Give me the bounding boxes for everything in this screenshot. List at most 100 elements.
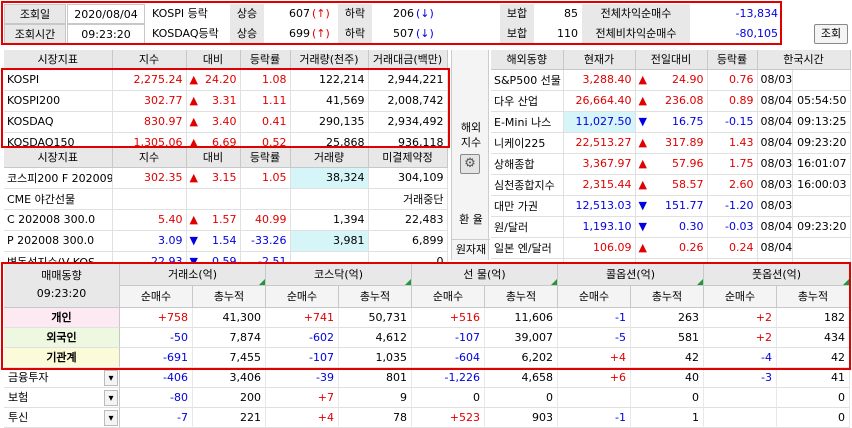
deriv-header-0: 시장지표 bbox=[4, 148, 113, 168]
investor-value: 39,007 bbox=[485, 328, 558, 348]
investor-value: 903 bbox=[485, 408, 558, 428]
investor-subheader: 순매수 bbox=[266, 286, 339, 308]
sort-triangle-icon bbox=[843, 279, 849, 285]
investor-name[interactable]: 외국인 bbox=[4, 328, 120, 348]
overseas-row[interactable]: 심천종합지수 2,315.44 ▲ 58.57 2.60 08/03 16:00:03 bbox=[491, 174, 851, 196]
deriv-rate: 40.99 bbox=[240, 209, 291, 231]
investor-value: 7,455 bbox=[193, 348, 266, 368]
overseas-name: 원/달러 bbox=[491, 216, 564, 238]
overseas-date: 08/03 bbox=[757, 195, 793, 217]
overseas-row[interactable]: 원/달러 1,193.10 ▼ 0.30 -0.03 08/04 09:23:20 bbox=[491, 216, 851, 238]
overseas-index-button[interactable]: 해외 지수 bbox=[454, 120, 488, 150]
dir-arrow-icon: ▲ bbox=[638, 157, 647, 170]
investor-group-2: 선 물(억) bbox=[412, 264, 558, 286]
investor-name[interactable]: 투신 bbox=[4, 408, 120, 428]
deriv-open-interest: 6,899 bbox=[368, 230, 448, 252]
overseas-rate: 2.60 bbox=[707, 174, 758, 196]
date-value[interactable]: 2020/08/04 bbox=[67, 4, 145, 24]
side-panel: 해외 지수 ⚙ 환 율 원자재 bbox=[451, 50, 490, 260]
overseas-change: ▲ 57.96 bbox=[635, 153, 708, 175]
overseas-price: 106.09 bbox=[563, 237, 636, 259]
deriv-row[interactable]: C 202008 300.0 5.40 ▲ 1.57 40.99 1,394 22,483 bbox=[4, 209, 448, 231]
deriv-rate: -33.26 bbox=[240, 230, 291, 252]
dir-arrow-icon: ▲ bbox=[638, 241, 647, 254]
kosdaq-net-value: -80,105 bbox=[735, 27, 778, 40]
index-volume: 41,569 bbox=[290, 90, 369, 112]
deriv-value: 3.09 bbox=[112, 230, 187, 252]
raw-material-button[interactable]: 원자재 bbox=[452, 239, 490, 260]
investor-value: -107 bbox=[412, 328, 485, 348]
overseas-date: 08/03 bbox=[757, 153, 793, 175]
deriv-name: C 202008 300.0 bbox=[4, 209, 113, 231]
fx-button[interactable]: 환 율 bbox=[452, 210, 490, 230]
deriv-row[interactable]: P 202008 300.0 3.09 ▼ 1.54 -33.26 3,981 6,899 bbox=[4, 230, 448, 252]
deriv-header-2: 대비 bbox=[186, 148, 241, 168]
overseas-row[interactable]: 일본 엔/달러 106.09 ▲ 0.26 0.24 08/04 bbox=[491, 237, 851, 259]
query-button[interactable]: 조회 bbox=[814, 24, 848, 44]
investor-name[interactable]: 개인 bbox=[4, 308, 120, 328]
overseas-change: ▼ 151.77 bbox=[635, 195, 708, 217]
gear-icon[interactable]: ⚙ bbox=[460, 154, 480, 174]
overseas-row[interactable]: 대만 가권 12,513.03 ▼ 151.77 -1.20 08/03 bbox=[491, 195, 851, 217]
investor-name[interactable]: 기관계 bbox=[4, 348, 120, 368]
index-row[interactable]: KOSDAQ 830.97 ▲ 3.40 0.41 290,135 2,934,492 bbox=[4, 111, 448, 133]
index-header-2: 대비 bbox=[186, 50, 241, 70]
investor-value bbox=[704, 388, 777, 408]
deriv-change-value: 1.57 bbox=[212, 213, 237, 226]
deriv-change-value: 1.54 bbox=[212, 234, 237, 247]
overseas-row[interactable]: 니케이225 22,513.27 ▲ 317.89 1.43 08/04 09:23:20 bbox=[491, 132, 851, 154]
investor-value: +6 bbox=[558, 368, 631, 388]
index-row[interactable]: KOSPI200 302.77 ▲ 3.31 1.11 41,569 2,008,742 bbox=[4, 90, 448, 112]
row-dropdown-icon[interactable]: ▾ bbox=[104, 410, 118, 426]
kospi-flat-count: 85 bbox=[564, 7, 578, 20]
overseas-name: 니케이225 bbox=[491, 132, 564, 154]
investor-value: +4 bbox=[266, 408, 339, 428]
investor-name[interactable]: 금융투자 bbox=[4, 368, 120, 388]
kospi-net-label: 전체차익순매수 bbox=[582, 4, 690, 24]
overseas-date: 08/03 bbox=[757, 69, 793, 91]
investor-subheader: 총누적 bbox=[193, 286, 266, 308]
investor-value: -1,226 bbox=[412, 368, 485, 388]
deriv-rate bbox=[240, 188, 291, 210]
index-header-3: 등락률 bbox=[240, 50, 291, 70]
overseas-time bbox=[792, 195, 851, 217]
investor-subheader: 총누적 bbox=[777, 286, 850, 308]
investor-name[interactable]: 보험 bbox=[4, 388, 120, 408]
dir-arrow-icon: ▼ bbox=[189, 234, 198, 247]
index-name: KOSPI bbox=[4, 69, 113, 91]
overseas-row[interactable]: S&P500 선물 3,288.40 ▲ 24.90 0.76 08/03 bbox=[491, 69, 851, 91]
kospi-up-count: 607 bbox=[289, 7, 310, 20]
overseas-table: 해외동향 현재가 전일대비 등락률 한국시간 S&P500 선물 3,288.40 ▲ 24.… bbox=[491, 50, 851, 280]
overseas-date: 08/03 bbox=[757, 174, 793, 196]
deriv-change-value: 3.15 bbox=[212, 171, 237, 184]
overseas-date: 08/04 bbox=[757, 216, 793, 238]
row-dropdown-icon[interactable]: ▾ bbox=[104, 390, 118, 406]
overseas-date: 08/04 bbox=[757, 90, 793, 112]
row-dropdown-icon[interactable]: ▾ bbox=[104, 370, 118, 386]
index-header-5: 거래대금(백만) bbox=[368, 50, 448, 70]
overseas-change: ▲ 24.90 bbox=[635, 69, 708, 91]
overseas-row[interactable]: 다우 산업 26,664.40 ▲ 236.08 0.89 08/04 05:54:50 bbox=[491, 90, 851, 112]
investor-value: 0 bbox=[485, 388, 558, 408]
deriv-row[interactable]: CME 야간선물 거래중단 bbox=[4, 188, 448, 210]
investor-value: 41 bbox=[777, 368, 850, 388]
investor-value: 182 bbox=[777, 308, 850, 328]
deriv-row[interactable]: 코스피200 F 202009 302.35 ▲ 3.15 1.05 38,324 304,… bbox=[4, 167, 448, 189]
investor-value: -39 bbox=[266, 368, 339, 388]
investor-value: 78 bbox=[339, 408, 412, 428]
overseas-change-value: 151.77 bbox=[665, 199, 704, 212]
overseas-header-2: 전일대비 bbox=[635, 50, 708, 70]
deriv-name: CME 야간선물 bbox=[4, 188, 113, 210]
investor-value: -80 bbox=[120, 388, 193, 408]
time-value: 09:23:20 bbox=[67, 24, 145, 44]
kosdaq-up-count: 699 bbox=[289, 27, 310, 40]
dir-arrow-icon: ▲ bbox=[638, 178, 647, 191]
overseas-row[interactable]: 상해종합 3,367.97 ▲ 57.96 1.75 08/03 16:01:07 bbox=[491, 153, 851, 175]
index-row[interactable]: KOSPI 2,275.24 ▲ 24.20 1.08 122,214 2,944,221 bbox=[4, 69, 448, 91]
deriv-open-interest: 304,109 bbox=[368, 167, 448, 189]
overseas-time: 16:01:07 bbox=[792, 153, 851, 175]
investor-value: +516 bbox=[412, 308, 485, 328]
investor-value: +758 bbox=[120, 308, 193, 328]
dir-arrow-icon: ▲ bbox=[638, 73, 647, 86]
overseas-row[interactable]: E-Mini 나스 11,027.50 ▼ 16.75 -0.15 08/04 09:13:… bbox=[491, 111, 851, 133]
